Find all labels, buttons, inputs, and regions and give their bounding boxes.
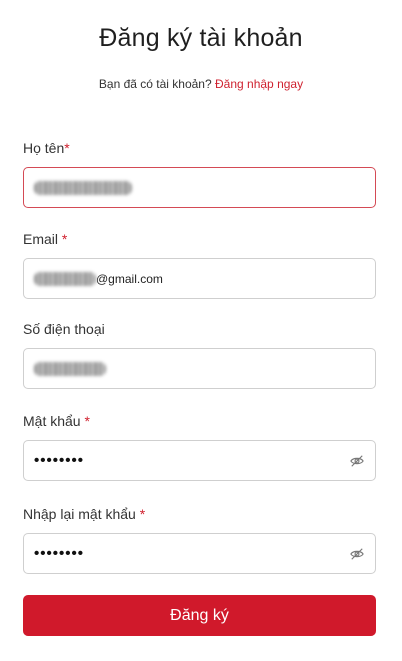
confirm-password-input[interactable]: •••••••• <box>23 533 376 574</box>
password-label: Mật khẩu * <box>23 413 90 429</box>
phone-label: Số điện thoại <box>23 321 105 337</box>
confirm-password-masked-value: •••••••• <box>34 545 85 562</box>
required-mark: * <box>84 413 90 429</box>
login-link[interactable]: Đăng nhập ngay <box>215 77 303 91</box>
password-field-group: Mật khẩu * •••••••• <box>23 412 376 481</box>
required-mark: * <box>64 140 70 156</box>
email-input[interactable]: @gmail.com <box>23 258 376 299</box>
fullname-label: Họ tên* <box>23 140 70 156</box>
eye-off-icon[interactable] <box>350 454 364 468</box>
required-mark: * <box>139 506 146 522</box>
have-account-text: Bạn đã có tài khoản? <box>98 77 212 91</box>
fullname-field-group: Họ tên* <box>23 139 376 208</box>
register-page: Đăng ký tài khoản Bạn đã có tài khoản? Đ… <box>0 0 402 661</box>
eye-off-icon[interactable] <box>350 547 364 561</box>
page-title: Đăng ký tài khoản <box>99 24 303 52</box>
password-input[interactable]: •••••••• <box>23 440 376 481</box>
password-masked-value: •••••••• <box>34 452 85 469</box>
obscured-value <box>34 361 106 376</box>
email-label: Email * <box>23 231 68 247</box>
email-domain: @gmail.com <box>96 271 163 286</box>
phone-field-group: Số điện thoại <box>23 320 376 389</box>
register-button[interactable]: Đăng ký <box>23 595 376 636</box>
login-prompt: Bạn đã có tài khoản? Đăng nhập ngay <box>0 77 402 91</box>
confirm-password-field-group: Nhập lại mật khẩu * •••••••• <box>23 505 376 574</box>
obscured-value <box>34 271 96 286</box>
fullname-input[interactable] <box>23 167 376 208</box>
obscured-value <box>34 180 132 195</box>
confirm-password-label: Nhập lại mật khẩu * <box>23 506 146 522</box>
phone-input[interactable] <box>23 348 376 389</box>
email-field-group: Email * @gmail.com <box>23 230 376 299</box>
required-mark: * <box>61 231 68 247</box>
